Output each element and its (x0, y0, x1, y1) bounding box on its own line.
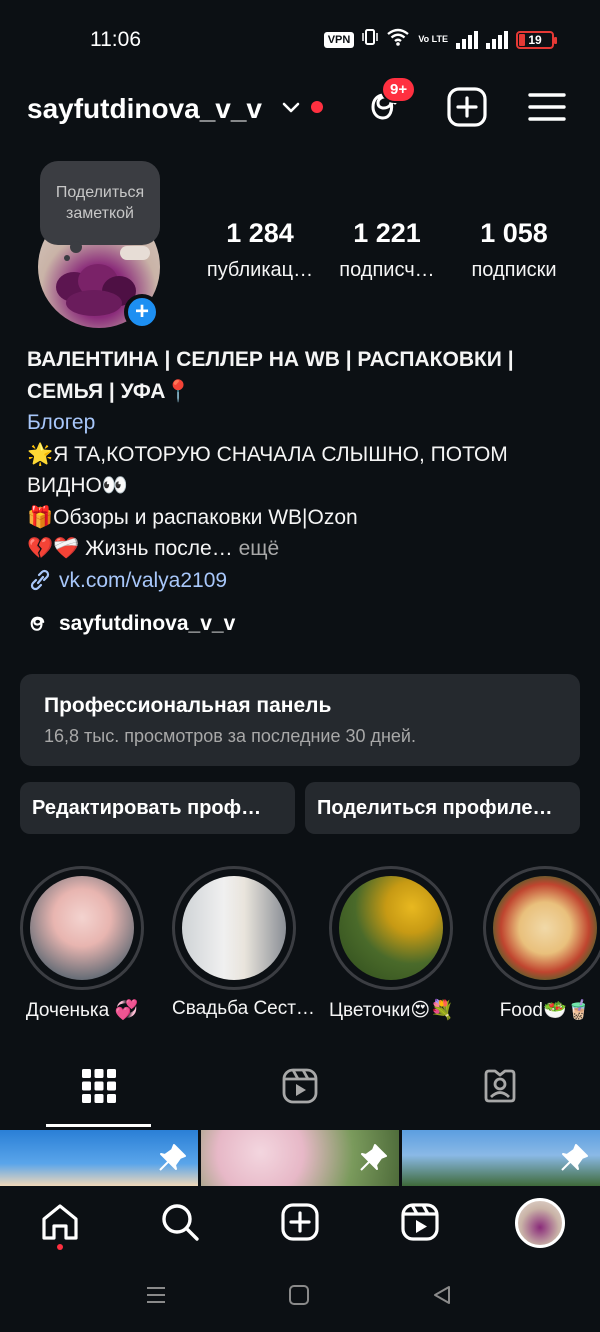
bottom-navigation (0, 1186, 600, 1258)
pin-icon (159, 1144, 186, 1171)
bio-line-3: 🎁Обзоры и распаковки WB|Ozon (27, 505, 358, 529)
vpn-icon: VPN (323, 31, 355, 48)
profile-name-line-2: СЕМЬЯ | УФА📍 (27, 379, 192, 403)
pin-icon (360, 1144, 387, 1171)
highlight-caption: Food🥗🧋 (499, 1000, 591, 1021)
highlight-cover (30, 876, 134, 980)
threads-small-icon (30, 616, 45, 631)
home-notification-dot (57, 1244, 63, 1250)
create-icon[interactable] (446, 86, 488, 128)
note-bubble-tail (70, 241, 82, 253)
posts-stat[interactable]: 1 284 публикац… (200, 218, 320, 282)
battery-level: 19 (528, 32, 542, 47)
post-thumbnail[interactable] (402, 1130, 600, 1186)
highlight-ring (20, 866, 144, 990)
profile-tab-avatar[interactable] (515, 1198, 565, 1248)
recent-apps-icon[interactable] (145, 1284, 167, 1306)
home-icon[interactable] (40, 1202, 80, 1242)
posts-grid (0, 1130, 600, 1186)
highlight-cover (493, 876, 597, 980)
highlight-cover (339, 876, 443, 980)
account-notification-dot (311, 101, 323, 113)
back-icon[interactable] (431, 1284, 453, 1306)
share-note-bubble[interactable]: Поделиться заметкой (40, 161, 160, 245)
grid-tab-icon[interactable] (81, 1068, 117, 1104)
link-icon (30, 570, 50, 591)
followers-label: подписч… (339, 259, 435, 281)
bio-line-4: 💔❤️‍🩹 Жизнь после… (27, 537, 233, 560)
threads-handle: sayfutdinova_v_v (59, 612, 236, 635)
reels-tab-icon[interactable] (282, 1068, 318, 1104)
professional-dashboard-subtitle: 16,8 тыс. просмотров за последние 30 дне… (44, 726, 416, 746)
highlight-caption: Доченька 💞 (25, 1000, 139, 1021)
highlight-item[interactable]: Доченька 💞 (20, 866, 144, 1022)
chevron-down-icon[interactable] (280, 96, 302, 118)
pin-icon (561, 1144, 588, 1171)
system-navigation-bar (0, 1258, 600, 1332)
highlight-ring (172, 866, 296, 990)
signal-icon-2 (486, 30, 508, 49)
wifi-icon (386, 28, 410, 51)
following-label: подписки (471, 259, 557, 281)
new-post-icon[interactable] (280, 1202, 320, 1242)
status-bar: 11:06 VPN Vo LTE 19 (0, 0, 600, 80)
profile-name-line-1: ВАЛЕНТИНА | СЕЛЛЕР НА WB | РАСПАКОВКИ | (27, 348, 514, 371)
profile-header: sayfutdinova_v_v 9+ (0, 76, 600, 138)
threads-profile-link[interactable]: sayfutdinova_v_v (27, 612, 235, 636)
threads-notification-badge: 9+ (381, 76, 417, 103)
bio-line-4-row: 💔❤️‍🩹 Жизнь после… ещё (27, 533, 577, 565)
posts-label: публикац… (206, 259, 314, 281)
status-icons: VPN Vo LTE 19 (323, 28, 557, 51)
bio-line-1: 🌟Я ТА,КОТОРУЮ СНАЧАЛА СЛЫШНО, ПОТОМ (27, 442, 508, 466)
volte-icon: Vo LTE (418, 34, 448, 44)
search-icon[interactable] (160, 1202, 200, 1242)
profile-bio: ВАЛЕНТИНА | СЕЛЛЕР НА WB | РАСПАКОВКИ | … (27, 344, 577, 596)
bio-line-2: ВИДНО👀 (27, 474, 128, 497)
highlight-item[interactable]: Свадьба Сест… (172, 866, 315, 1020)
highlight-ring (483, 866, 600, 990)
add-story-icon[interactable]: + (124, 294, 160, 330)
note-bubble-tail-small (64, 255, 70, 261)
share-profile-button[interactable]: Поделиться профиле… (305, 782, 580, 834)
highlight-item[interactable]: Food🥗🧋 (483, 866, 600, 1022)
home-button-icon[interactable] (288, 1284, 310, 1306)
professional-dashboard[interactable]: Профессиональная панель 16,8 тыс. просмо… (20, 674, 580, 766)
active-tab-indicator (46, 1124, 151, 1127)
highlight-caption: Цветочки😍💐 (329, 1000, 454, 1021)
followers-count: 1 221 (353, 218, 421, 248)
posts-count: 1 284 (226, 218, 294, 248)
signal-icon-1 (456, 30, 478, 49)
highlight-caption: Свадьба Сест… (172, 998, 315, 1019)
tagged-tab-icon[interactable] (482, 1068, 518, 1104)
battery-icon: 19 (516, 30, 557, 49)
profile-category[interactable]: Блогер (27, 407, 577, 439)
battery-fill (519, 33, 526, 46)
highlight-ring (329, 866, 453, 990)
bio-external-link[interactable]: vk.com/valya2109 (27, 565, 577, 597)
edit-profile-button[interactable]: Редактировать проф… (20, 782, 295, 834)
post-thumbnail[interactable] (201, 1130, 399, 1186)
highlight-item[interactable]: Цветочки😍💐 (329, 866, 454, 1022)
reels-icon[interactable] (400, 1202, 440, 1242)
following-stat[interactable]: 1 058 подписки (458, 218, 570, 282)
profile-content-tabs (0, 1052, 600, 1128)
clock: 11:06 (90, 28, 141, 51)
bio-link-text: vk.com/valya2109 (59, 568, 228, 592)
bio-more-link[interactable]: ещё (233, 537, 280, 560)
menu-icon[interactable] (526, 86, 568, 128)
followers-stat[interactable]: 1 221 подписч… (332, 218, 442, 282)
highlight-cover (182, 876, 286, 980)
professional-dashboard-title: Профессиональная панель (44, 694, 332, 717)
vibrate-icon (362, 28, 379, 51)
post-thumbnail[interactable] (0, 1130, 198, 1186)
header-username[interactable]: sayfutdinova_v_v (27, 93, 262, 125)
following-count: 1 058 (480, 218, 548, 248)
